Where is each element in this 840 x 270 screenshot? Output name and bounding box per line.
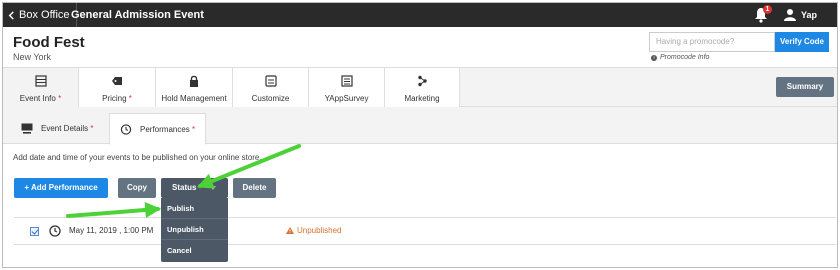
- status-menu: Publish Unpublish Cancel: [161, 198, 228, 262]
- window-icon: [264, 75, 277, 87]
- page-title: Food Fest: [13, 34, 85, 51]
- tab-label: Event Info: [19, 94, 56, 103]
- notification-badge: 1: [763, 5, 772, 14]
- tab-event-info[interactable]: Event Info *: [3, 68, 79, 107]
- subtab-label: Performances: [140, 124, 190, 134]
- required-mark: *: [128, 94, 132, 103]
- main-tab-bar: Event Info * Pricing * Hold Management C…: [3, 67, 837, 107]
- status-text: Unpublished: [297, 226, 342, 235]
- promocode-input[interactable]: Having a promocode?: [649, 32, 775, 52]
- grid-icon: [34, 75, 47, 87]
- tab-label: Hold Management: [161, 94, 227, 103]
- menu-item-publish[interactable]: Publish: [161, 198, 228, 219]
- copy-button[interactable]: Copy: [118, 178, 156, 198]
- subtab-label: Event Details: [41, 124, 89, 133]
- summary-button[interactable]: Summary: [776, 77, 834, 97]
- tab-customize[interactable]: Customize: [233, 68, 309, 107]
- user-icon[interactable]: [784, 8, 796, 21]
- tab-yappsurvey[interactable]: YAppSurvey: [309, 68, 385, 107]
- back-label: Box Office: [19, 9, 70, 21]
- status-badge: Unpublished: [286, 226, 341, 235]
- event-location: New York: [13, 52, 52, 62]
- sub-tab-bar: Event Details * Performances *: [3, 107, 837, 145]
- tab-label: YAppSurvey: [324, 94, 369, 103]
- tab-marketing[interactable]: Marketing: [385, 68, 460, 107]
- caret-down-icon: [210, 186, 216, 190]
- clock-icon: [120, 123, 132, 135]
- tab-pricing[interactable]: Pricing *: [79, 68, 156, 107]
- chevron-left-icon: [8, 10, 14, 20]
- menu-item-unpublish[interactable]: Unpublish: [161, 219, 228, 240]
- tab-performances[interactable]: Performances *: [109, 113, 207, 145]
- back-button[interactable]: Box Office: [7, 3, 77, 27]
- app-frame: Box Office General Admission Event 1 Yap…: [2, 2, 838, 268]
- promocode-info-label: Promocode Info: [660, 54, 710, 61]
- tag-icon: [112, 77, 122, 85]
- required-mark: *: [58, 94, 62, 103]
- performance-date: May 11, 2019 , 1:00 PM: [69, 226, 154, 235]
- menu-item-cancel[interactable]: Cancel: [161, 240, 228, 261]
- required-mark: *: [90, 124, 94, 133]
- share-icon: [418, 75, 427, 87]
- monitor-icon: [21, 123, 33, 134]
- instructions-text: Add date and time of your events to be p…: [13, 153, 262, 162]
- required-mark: *: [192, 124, 196, 134]
- add-performance-label: Add Performance: [30, 183, 98, 192]
- performance-row: May 11, 2019 , 1:00 PM Unpublished: [14, 217, 836, 245]
- plus-icon: +: [24, 183, 30, 192]
- tab-label: Marketing: [404, 94, 440, 103]
- performance-checkbox[interactable]: [30, 227, 39, 236]
- info-icon: i: [651, 54, 657, 61]
- delete-button[interactable]: Delete: [233, 178, 276, 198]
- list-icon: [340, 75, 353, 87]
- add-performance-button[interactable]: + Add Performance: [14, 178, 108, 198]
- tab-label: Customize: [251, 94, 290, 103]
- promocode-info-link[interactable]: i Promocode Info: [651, 54, 709, 61]
- warning-icon: [286, 227, 294, 234]
- event-name: General Admission Event: [71, 9, 204, 21]
- status-dropdown-button[interactable]: Status: [161, 178, 228, 198]
- lock-icon: [190, 75, 198, 87]
- verify-code-button[interactable]: Verify Code: [775, 32, 829, 52]
- tab-label: Pricing: [102, 94, 127, 103]
- tab-hold-management[interactable]: Hold Management: [156, 68, 233, 107]
- clock-icon: [49, 225, 61, 237]
- tab-event-details[interactable]: Event Details *: [11, 113, 104, 144]
- top-bar: Box Office General Admission Event 1 Yap…: [3, 3, 837, 44]
- status-label: Status: [172, 183, 197, 192]
